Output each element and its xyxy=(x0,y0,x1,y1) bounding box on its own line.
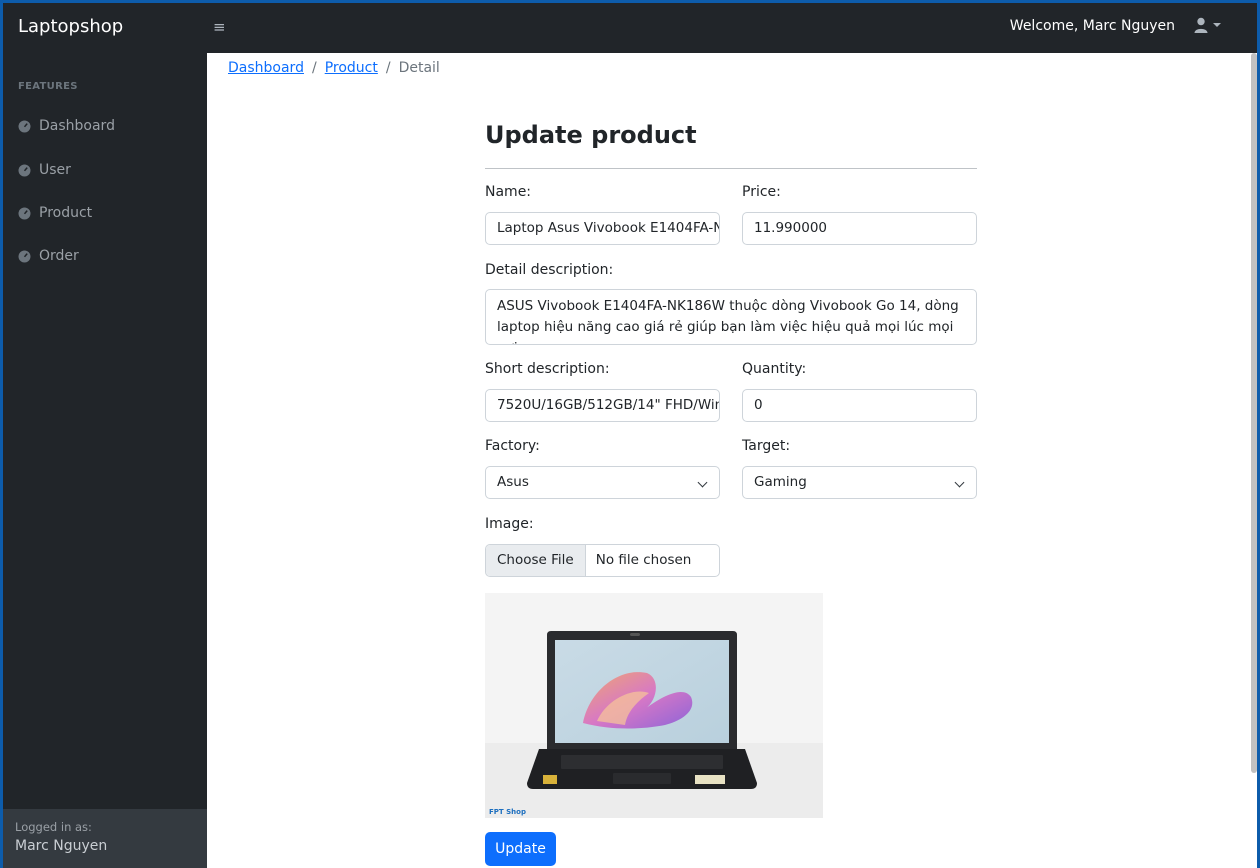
logged-in-user: Marc Nguyen xyxy=(15,838,108,854)
factory-select[interactable]: Asus xyxy=(485,466,720,499)
tachometer-icon xyxy=(18,164,31,176)
tachometer-icon xyxy=(18,250,31,262)
file-status: No file chosen xyxy=(595,552,692,568)
sidebar: FEATURES Dashboard User Product Order Lo… xyxy=(3,53,207,868)
quantity-label: Quantity: xyxy=(742,361,807,377)
image-file-input[interactable]: Choose File No file chosen xyxy=(485,544,720,577)
price-input[interactable]: 11.990000 xyxy=(742,212,977,245)
factory-selected-value: Asus xyxy=(497,474,529,490)
breadcrumb-dashboard-link[interactable]: Dashboard xyxy=(228,60,304,76)
chevron-down-icon xyxy=(1213,23,1221,27)
product-image-preview: FPT Shop xyxy=(485,593,823,818)
update-button[interactable]: Update xyxy=(485,832,556,866)
sidebar-footer: Logged in as: Marc Nguyen xyxy=(3,809,207,868)
sidebar-item-user[interactable]: User xyxy=(18,162,71,178)
factory-label: Factory: xyxy=(485,438,540,454)
welcome-text: Welcome, Marc Nguyen xyxy=(1009,18,1175,34)
target-select[interactable]: Gaming xyxy=(742,466,977,499)
sidebar-item-label: User xyxy=(39,162,71,178)
laptop-image: FPT Shop xyxy=(485,593,823,818)
detail-description-label: Detail description: xyxy=(485,262,614,278)
image-label: Image: xyxy=(485,516,534,532)
breadcrumb-product-link[interactable]: Product xyxy=(325,60,378,76)
user-menu-button[interactable] xyxy=(1194,17,1221,33)
breadcrumb-separator: / xyxy=(385,60,391,76)
sidebar-heading: FEATURES xyxy=(18,81,78,92)
logged-in-label: Logged in as: xyxy=(15,820,92,834)
name-input[interactable]: Laptop Asus Vivobook E1404FA-NK186W xyxy=(485,212,720,245)
breadcrumb-current: Detail xyxy=(398,60,440,76)
choose-file-button[interactable]: Choose File xyxy=(486,545,586,576)
short-description-input[interactable]: 7520U/16GB/512GB/14" FHD/Win11 xyxy=(485,389,720,422)
breadcrumb-separator: / xyxy=(311,60,317,76)
breadcrumb: Dashboard / Product / Detail xyxy=(228,60,440,76)
fpt-shop-watermark: FPT Shop xyxy=(489,808,526,816)
menu-toggle-icon[interactable]: ≡ xyxy=(213,18,226,36)
price-label: Price: xyxy=(742,184,781,200)
brand-logo[interactable]: Laptopshop xyxy=(18,16,123,37)
name-label: Name: xyxy=(485,184,532,200)
tachometer-icon xyxy=(18,207,31,219)
sidebar-item-product[interactable]: Product xyxy=(18,205,92,221)
detail-description-textarea[interactable]: ASUS Vivobook E1404FA-NK186W thuộc dòng … xyxy=(485,289,977,345)
quantity-input[interactable]: 0 xyxy=(742,389,977,422)
sidebar-item-label: Dashboard xyxy=(39,118,115,134)
page-title: Update product xyxy=(485,121,697,149)
sidebar-item-order[interactable]: Order xyxy=(18,248,79,264)
user-icon xyxy=(1194,17,1208,33)
sidebar-item-label: Order xyxy=(39,248,79,264)
target-label: Target: xyxy=(742,438,791,454)
sidebar-item-label: Product xyxy=(39,205,93,221)
page-scrollbar[interactable] xyxy=(1251,53,1257,773)
title-divider xyxy=(485,168,977,169)
top-navbar: Laptopshop ≡ Welcome, Marc Nguyen xyxy=(3,3,1257,53)
tachometer-icon xyxy=(18,120,31,132)
sidebar-item-dashboard[interactable]: Dashboard xyxy=(18,118,115,134)
app-window: Laptopshop ≡ Welcome, Marc Nguyen FEATUR… xyxy=(3,3,1257,868)
short-description-label: Short description: xyxy=(485,361,610,377)
target-selected-value: Gaming xyxy=(754,474,807,490)
